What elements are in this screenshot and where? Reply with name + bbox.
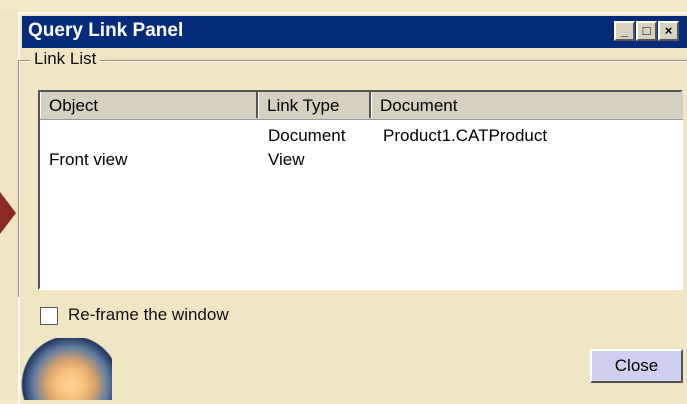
table-header: Object Link Type Document [40,92,683,120]
column-header-object[interactable]: Object [40,92,258,118]
column-header-link-type[interactable]: Link Type [258,92,371,118]
maximize-button[interactable]: □ [636,21,657,41]
row-object: Front view [49,150,128,169]
reframe-label: Re-frame the window [68,305,229,324]
minimize-button[interactable]: _ [614,21,635,41]
row-document: Product1.CATProduct [383,126,548,145]
reframe-checkbox[interactable] [40,307,58,325]
logo-orb-icon [20,338,112,400]
close-window-button[interactable]: × [658,21,679,41]
title-bar[interactable]: Query Link Panel _ □ × [22,16,687,48]
row-link-type: Document [268,126,346,145]
row-link-type: View [268,150,305,169]
background-top-strip [0,0,687,12]
link-list-label: Link List [30,49,101,69]
side-arrow-icon [0,192,16,234]
window-title: Query Link Panel [28,20,184,41]
column-header-document[interactable]: Document [371,92,683,118]
link-list-table[interactable]: Object Link Type Document Document Produ… [38,90,683,290]
close-button[interactable]: Close [590,349,683,383]
